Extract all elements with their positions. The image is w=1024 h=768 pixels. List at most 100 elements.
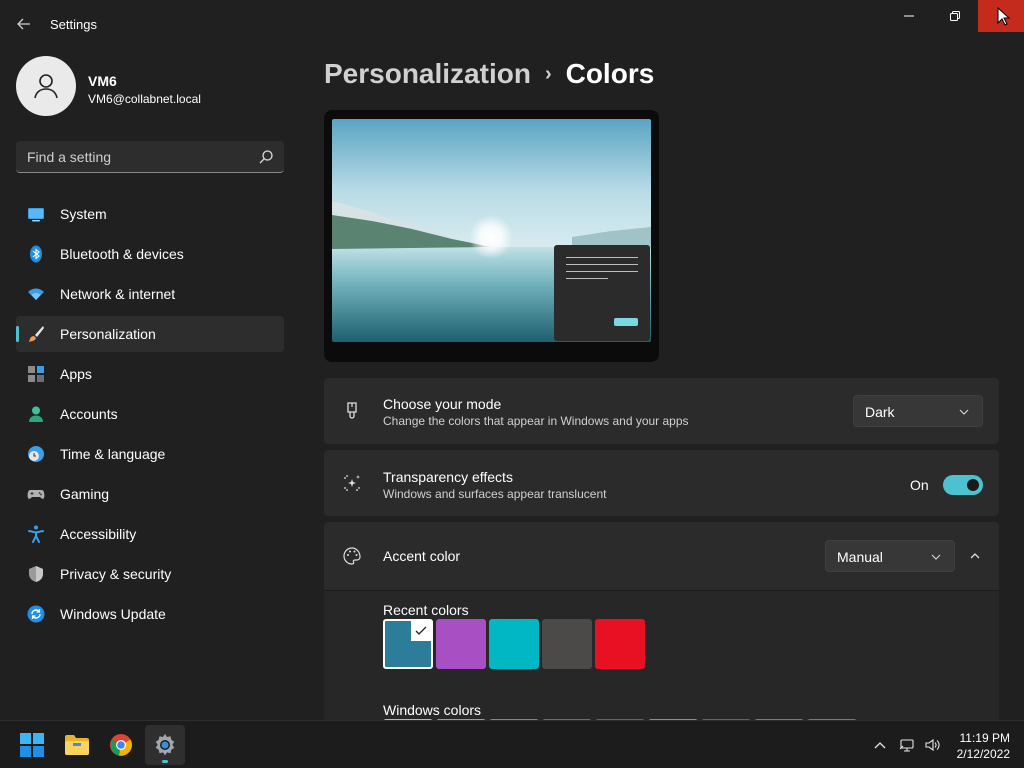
- recent-color-swatch[interactable]: [489, 619, 539, 669]
- clock-date: 2/12/2022: [956, 747, 1010, 761]
- transparency-toggle[interactable]: [943, 475, 983, 495]
- taskbar: 11:19 PM 2/12/2022: [0, 720, 1024, 768]
- breadcrumb-separator: ›: [544, 63, 552, 85]
- recent-color-swatch[interactable]: [383, 619, 433, 669]
- clock-globe-icon: [28, 446, 44, 462]
- accessibility-icon: [28, 525, 44, 543]
- toggle-knob: [967, 479, 979, 491]
- system-clock[interactable]: 11:19 PM 2/12/2022: [950, 730, 1010, 762]
- preview-line: [566, 264, 638, 265]
- recent-color-swatch[interactable]: [436, 619, 486, 669]
- sidebar-item-privacy[interactable]: Privacy & security: [16, 556, 284, 592]
- sidebar-item-label: Accessibility: [60, 526, 137, 542]
- chevron-up-icon[interactable]: [872, 737, 888, 753]
- palette-icon: [343, 547, 361, 565]
- sidebar-item-label: Accounts: [60, 406, 118, 422]
- person-icon: [34, 74, 58, 99]
- sidebar-item-label: Network & internet: [60, 286, 176, 302]
- chrome-icon: [110, 734, 132, 756]
- sidebar-item-label: Gaming: [60, 486, 110, 502]
- restore-button[interactable]: [932, 0, 978, 32]
- apps-icon: [28, 366, 44, 382]
- start-button[interactable]: [12, 725, 52, 765]
- breadcrumb: Personalization › Colors: [324, 58, 654, 90]
- settings-button[interactable]: [145, 725, 185, 765]
- clock-time: 11:19 PM: [959, 731, 1010, 745]
- sidebar-item-label: Apps: [60, 366, 92, 382]
- recent-color-swatch[interactable]: [542, 619, 592, 669]
- user-email: VM6@collabnet.local: [88, 92, 201, 106]
- chrome-button[interactable]: [101, 725, 141, 765]
- title-bar: Settings: [0, 0, 1024, 48]
- accent-title: Accent color: [383, 548, 461, 564]
- recent-colors-label: Recent colors: [383, 602, 469, 618]
- preview-window: [554, 245, 650, 341]
- chevron-up-icon[interactable]: [969, 550, 981, 562]
- mode-dropdown[interactable]: Dark: [853, 395, 983, 427]
- preview-line: [566, 257, 638, 258]
- search-box: [16, 141, 284, 173]
- back-button[interactable]: [10, 10, 38, 38]
- sidebar-item-personalization[interactable]: Personalization: [16, 316, 284, 352]
- person-icon: [29, 406, 43, 422]
- shield-icon: [29, 566, 43, 582]
- sidebar-item-label: Privacy & security: [60, 566, 172, 582]
- breadcrumb-parent[interactable]: Personalization: [324, 58, 531, 89]
- sidebar-item-label: Bluetooth & devices: [60, 246, 184, 262]
- sidebar-item-system[interactable]: System: [16, 196, 284, 232]
- windows-logo-icon: [20, 733, 44, 757]
- transparency-description: Windows and surfaces appear translucent: [383, 487, 607, 501]
- gamepad-icon: [27, 490, 45, 499]
- sidebar-item-accounts[interactable]: Accounts: [16, 396, 284, 432]
- brush-icon: [29, 326, 44, 342]
- network-icon[interactable]: [899, 737, 915, 753]
- system-icon: [28, 208, 44, 222]
- mode-title: Choose your mode: [383, 396, 502, 412]
- sidebar-item-label: System: [60, 206, 107, 222]
- avatar[interactable]: [16, 56, 76, 116]
- update-icon: [27, 605, 45, 623]
- preview-line: [566, 278, 608, 279]
- page-title: Colors: [565, 58, 655, 89]
- accent-card[interactable]: Accent color Manual: [324, 522, 999, 590]
- wallpaper-preview: [332, 119, 651, 342]
- mode-card: Choose your mode Change the colors that …: [324, 378, 999, 444]
- sidebar-item-time-language[interactable]: Time & language: [16, 436, 284, 472]
- chevron-down-icon: [931, 554, 941, 560]
- app-title: Settings: [50, 17, 97, 32]
- sidebar-item-accessibility[interactable]: Accessibility: [16, 516, 284, 552]
- theme-preview: [324, 110, 659, 362]
- sidebar-item-bluetooth[interactable]: Bluetooth & devices: [16, 236, 284, 272]
- sidebar-item-windows-update[interactable]: Windows Update: [16, 596, 284, 632]
- transparency-card: Transparency effects Windows and surface…: [324, 450, 999, 516]
- accent-color-panel: Recent colors Windows colors: [324, 590, 999, 729]
- windows-colors-label: Windows colors: [383, 702, 482, 718]
- file-explorer-button[interactable]: [57, 725, 97, 765]
- minimize-icon: [904, 15, 914, 17]
- cursor-icon: [997, 7, 1011, 26]
- folder-icon: [65, 735, 89, 755]
- recent-color-swatch[interactable]: [595, 619, 645, 669]
- preview-accent-button: [614, 318, 638, 326]
- restore-icon: [950, 11, 960, 21]
- accent-dropdown[interactable]: Manual: [825, 540, 955, 572]
- toggle-state-label: On: [910, 477, 929, 493]
- check-icon: [411, 621, 431, 641]
- wifi-icon: [28, 288, 44, 300]
- sidebar-item-label: Time & language: [60, 446, 166, 462]
- mode-dropdown-value: Dark: [865, 404, 895, 420]
- bluetooth-icon: [30, 245, 42, 263]
- volume-icon[interactable]: [924, 737, 940, 753]
- transparency-title: Transparency effects: [383, 469, 513, 485]
- sidebar-item-gaming[interactable]: Gaming: [16, 476, 284, 512]
- sparkle-icon: [344, 475, 360, 491]
- mode-description: Change the colors that appear in Windows…: [383, 414, 689, 428]
- search-input[interactable]: [16, 141, 246, 172]
- sidebar-item-apps[interactable]: Apps: [16, 356, 284, 392]
- close-button[interactable]: [978, 0, 1024, 32]
- sidebar-item-network[interactable]: Network & internet: [16, 276, 284, 312]
- sidebar-item-label: Personalization: [60, 326, 156, 342]
- search-icon[interactable]: [258, 149, 274, 165]
- accent-dropdown-value: Manual: [837, 549, 883, 565]
- minimize-button[interactable]: [886, 0, 932, 32]
